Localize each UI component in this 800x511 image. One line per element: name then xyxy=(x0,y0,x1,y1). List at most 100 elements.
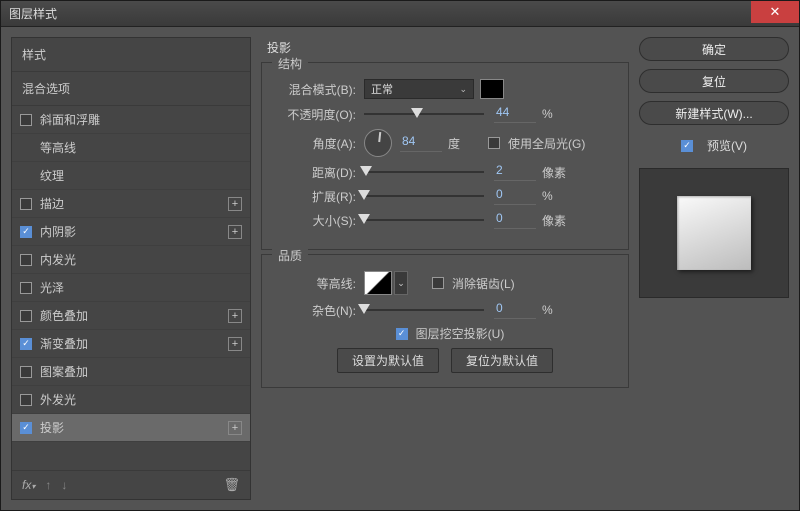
noise-unit: % xyxy=(542,303,572,317)
spread-unit: % xyxy=(542,189,572,203)
size-unit: 像素 xyxy=(542,212,572,229)
noise-label: 杂色(N): xyxy=(274,302,364,319)
quality-label: 品质 xyxy=(272,247,308,264)
checkbox-icon[interactable] xyxy=(20,226,32,238)
add-icon[interactable]: + xyxy=(228,421,242,435)
knockout-checkbox[interactable]: 图层挖空投影(U) xyxy=(396,325,505,342)
angle-value[interactable]: 84 xyxy=(400,134,442,152)
preview-checkbox[interactable]: 预览(V) xyxy=(639,137,789,154)
styles-sidebar: 样式 混合选项 斜面和浮雕 等高线 纹理 描边+ 内阴影+ 内发光 光泽 颜色叠… xyxy=(11,37,251,500)
distance-label: 距离(D): xyxy=(274,164,364,181)
checkbox-icon[interactable] xyxy=(20,254,32,266)
contour-row: 等高线: ⌄ 消除锯齿(L) xyxy=(274,271,616,295)
opacity-row: 不透明度(O): 44 % xyxy=(274,105,616,123)
blend-mode-row: 混合模式(B): 正常⌄ xyxy=(274,79,616,99)
arrow-down-icon[interactable]: ↓ xyxy=(61,478,67,492)
opacity-label: 不透明度(O): xyxy=(274,106,364,123)
angle-label: 角度(A): xyxy=(274,135,364,152)
fx-icon[interactable]: fx▾ xyxy=(22,478,35,492)
sidebar-item-texture[interactable]: 纹理 xyxy=(12,162,250,190)
shadow-color-swatch[interactable] xyxy=(480,79,504,99)
spread-slider[interactable] xyxy=(364,189,484,203)
panel-title: 投影 xyxy=(261,37,629,58)
checkbox-icon[interactable] xyxy=(20,338,32,350)
size-label: 大小(S): xyxy=(274,212,364,229)
blend-mode-select[interactable]: 正常⌄ xyxy=(364,79,474,99)
sidebar-item-bevel[interactable]: 斜面和浮雕 xyxy=(12,106,250,134)
checkbox-icon[interactable] xyxy=(20,282,32,294)
layer-style-dialog: 图层样式 ✕ 样式 混合选项 斜面和浮雕 等高线 纹理 描边+ 内阴影+ 内发光… xyxy=(0,0,800,511)
reset-default-button[interactable]: 复位为默认值 xyxy=(451,348,553,373)
cancel-button[interactable]: 复位 xyxy=(639,69,789,93)
spread-value[interactable]: 0 xyxy=(494,187,536,205)
antialias-checkbox[interactable]: 消除锯齿(L) xyxy=(432,275,515,292)
distance-unit: 像素 xyxy=(542,164,572,181)
checkbox-icon[interactable] xyxy=(20,422,32,434)
sidebar-header-blending[interactable]: 混合选项 xyxy=(12,72,250,106)
checkbox-icon[interactable] xyxy=(20,198,32,210)
checkbox-icon xyxy=(681,140,693,152)
checkbox-icon[interactable] xyxy=(20,114,32,126)
window-title: 图层样式 xyxy=(9,5,57,22)
distance-slider[interactable] xyxy=(364,165,484,179)
checkbox-icon xyxy=(488,137,500,149)
checkbox-icon[interactable] xyxy=(20,394,32,406)
sidebar-item-outer-glow[interactable]: 外发光 xyxy=(12,386,250,414)
size-row: 大小(S): 0 像素 xyxy=(274,211,616,229)
add-icon[interactable]: + xyxy=(228,309,242,323)
sidebar-item-contour[interactable]: 等高线 xyxy=(12,134,250,162)
sidebar-item-drop-shadow[interactable]: 投影+ xyxy=(12,414,250,442)
global-light-checkbox[interactable]: 使用全局光(G) xyxy=(488,135,585,152)
new-style-button[interactable]: 新建样式(W)... xyxy=(639,101,789,125)
knockout-row: 图层挖空投影(U) xyxy=(274,325,616,342)
sidebar-item-color-overlay[interactable]: 颜色叠加+ xyxy=(12,302,250,330)
spread-row: 扩展(R): 0 % xyxy=(274,187,616,205)
quality-group: 品质 等高线: ⌄ 消除锯齿(L) 杂色(N): 0 % 图层挖空投影(U) xyxy=(261,254,629,388)
sidebar-item-gradient-overlay[interactable]: 渐变叠加+ xyxy=(12,330,250,358)
size-slider[interactable] xyxy=(364,213,484,227)
sidebar-item-stroke[interactable]: 描边+ xyxy=(12,190,250,218)
size-value[interactable]: 0 xyxy=(494,211,536,229)
arrow-up-icon[interactable]: ↑ xyxy=(45,478,51,492)
noise-value[interactable]: 0 xyxy=(494,301,536,319)
sidebar-footer: fx▾ ↑ ↓ 🗑 xyxy=(12,470,250,499)
close-button[interactable]: ✕ xyxy=(751,1,799,23)
settings-panel: 投影 结构 混合模式(B): 正常⌄ 不透明度(O): 44 % 角度(A): xyxy=(261,37,629,500)
action-column: 确定 复位 新建样式(W)... 预览(V) xyxy=(639,37,789,500)
opacity-value[interactable]: 44 xyxy=(494,105,536,123)
contour-picker[interactable] xyxy=(364,271,392,295)
angle-dial[interactable] xyxy=(364,129,392,157)
checkbox-icon[interactable] xyxy=(20,366,32,378)
make-default-button[interactable]: 设置为默认值 xyxy=(337,348,439,373)
ok-button[interactable]: 确定 xyxy=(639,37,789,61)
contour-dropdown[interactable]: ⌄ xyxy=(394,271,408,295)
close-icon: ✕ xyxy=(770,4,781,20)
contour-label: 等高线: xyxy=(274,275,364,292)
titlebar: 图层样式 ✕ xyxy=(1,1,799,27)
sidebar-item-inner-shadow[interactable]: 内阴影+ xyxy=(12,218,250,246)
sidebar-header-styles[interactable]: 样式 xyxy=(12,38,250,72)
preview-box xyxy=(639,168,789,298)
angle-row: 角度(A): 84 度 使用全局光(G) xyxy=(274,129,616,157)
sidebar-item-pattern-overlay[interactable]: 图案叠加 xyxy=(12,358,250,386)
add-icon[interactable]: + xyxy=(228,197,242,211)
checkbox-icon xyxy=(396,328,408,340)
trash-icon[interactable]: 🗑 xyxy=(223,477,240,493)
distance-row: 距离(D): 2 像素 xyxy=(274,163,616,181)
add-icon[interactable]: + xyxy=(228,225,242,239)
preview-swatch xyxy=(677,196,751,270)
chevron-down-icon: ⌄ xyxy=(459,84,467,95)
opacity-slider[interactable] xyxy=(364,107,484,121)
checkbox-icon[interactable] xyxy=(20,310,32,322)
add-icon[interactable]: + xyxy=(228,337,242,351)
angle-unit: 度 xyxy=(448,135,478,152)
sidebar-item-inner-glow[interactable]: 内发光 xyxy=(12,246,250,274)
structure-label: 结构 xyxy=(272,55,308,72)
structure-group: 结构 混合模式(B): 正常⌄ 不透明度(O): 44 % 角度(A): 84 xyxy=(261,62,629,250)
opacity-unit: % xyxy=(542,107,572,121)
spread-label: 扩展(R): xyxy=(274,188,364,205)
sidebar-item-satin[interactable]: 光泽 xyxy=(12,274,250,302)
noise-slider[interactable] xyxy=(364,303,484,317)
distance-value[interactable]: 2 xyxy=(494,163,536,181)
blend-mode-label: 混合模式(B): xyxy=(274,81,364,98)
